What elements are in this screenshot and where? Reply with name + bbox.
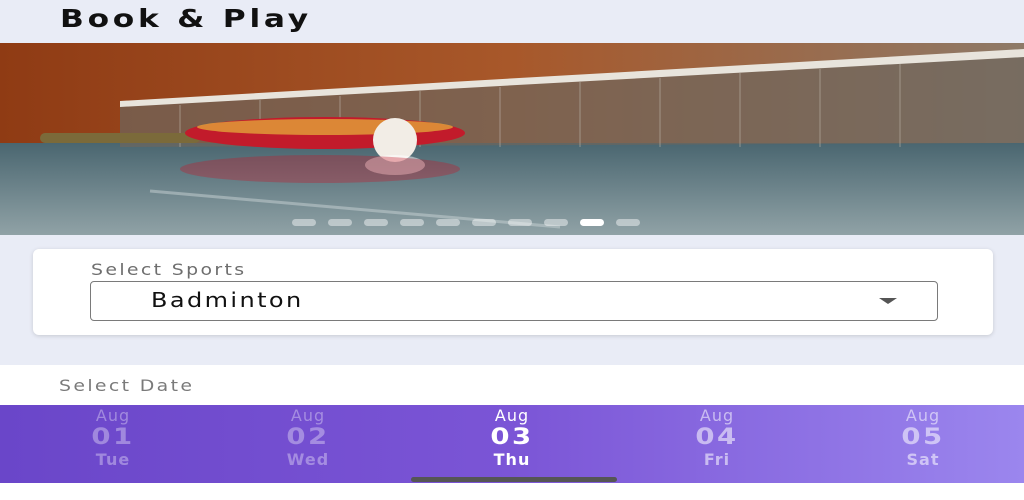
date-day: 01 bbox=[91, 425, 135, 450]
banner-image bbox=[0, 43, 1024, 235]
date-weekday: Sat bbox=[906, 450, 940, 469]
carousel-dot[interactable] bbox=[472, 219, 496, 226]
carousel-dot[interactable] bbox=[436, 219, 460, 226]
date-weekday: Wed bbox=[286, 450, 330, 469]
date-item-selected[interactable]: Aug 03 Thu bbox=[452, 405, 572, 469]
sports-dropdown[interactable]: Badminton bbox=[90, 281, 938, 321]
sports-selected-value: Badminton bbox=[151, 288, 304, 312]
carousel-dot[interactable] bbox=[400, 219, 424, 226]
carousel-dot[interactable] bbox=[544, 219, 568, 226]
date-item[interactable]: Aug 02 Wed bbox=[248, 405, 368, 469]
date-weekday: Thu bbox=[493, 450, 531, 469]
carousel-dot[interactable] bbox=[616, 219, 640, 226]
carousel-dot-active[interactable] bbox=[580, 219, 604, 226]
banner-carousel[interactable] bbox=[0, 43, 1024, 235]
sports-label: Select Sports bbox=[91, 260, 247, 279]
date-month: Aug bbox=[494, 406, 530, 425]
date-item[interactable]: Aug 01 Tue bbox=[53, 405, 173, 469]
date-item[interactable]: Aug 05 Sat bbox=[863, 405, 983, 469]
date-month: Aug bbox=[95, 406, 131, 425]
carousel-dot[interactable] bbox=[508, 219, 532, 226]
carousel-dot[interactable] bbox=[292, 219, 316, 226]
date-item[interactable]: Aug 04 Fri bbox=[657, 405, 777, 469]
date-month: Aug bbox=[699, 406, 735, 425]
app-title: Book & Play bbox=[60, 4, 312, 33]
carousel-indicator bbox=[292, 219, 640, 226]
date-label: Select Date bbox=[59, 376, 195, 395]
date-month: Aug bbox=[290, 406, 326, 425]
carousel-dot[interactable] bbox=[364, 219, 388, 226]
date-day: 02 bbox=[286, 425, 330, 450]
dropdown-arrow-icon[interactable] bbox=[879, 298, 897, 304]
date-weekday: Tue bbox=[95, 450, 131, 469]
date-day: 05 bbox=[901, 425, 945, 450]
date-day: 03 bbox=[490, 425, 534, 450]
carousel-dot[interactable] bbox=[328, 219, 352, 226]
date-day: 04 bbox=[695, 425, 739, 450]
sports-card: Select Sports Badminton bbox=[33, 249, 993, 335]
home-indicator bbox=[411, 477, 617, 482]
date-month: Aug bbox=[905, 406, 941, 425]
date-weekday: Fri bbox=[703, 450, 731, 469]
date-strip[interactable]: Aug 01 Tue Aug 02 Wed Aug 03 Thu Aug 04 … bbox=[0, 405, 1024, 483]
